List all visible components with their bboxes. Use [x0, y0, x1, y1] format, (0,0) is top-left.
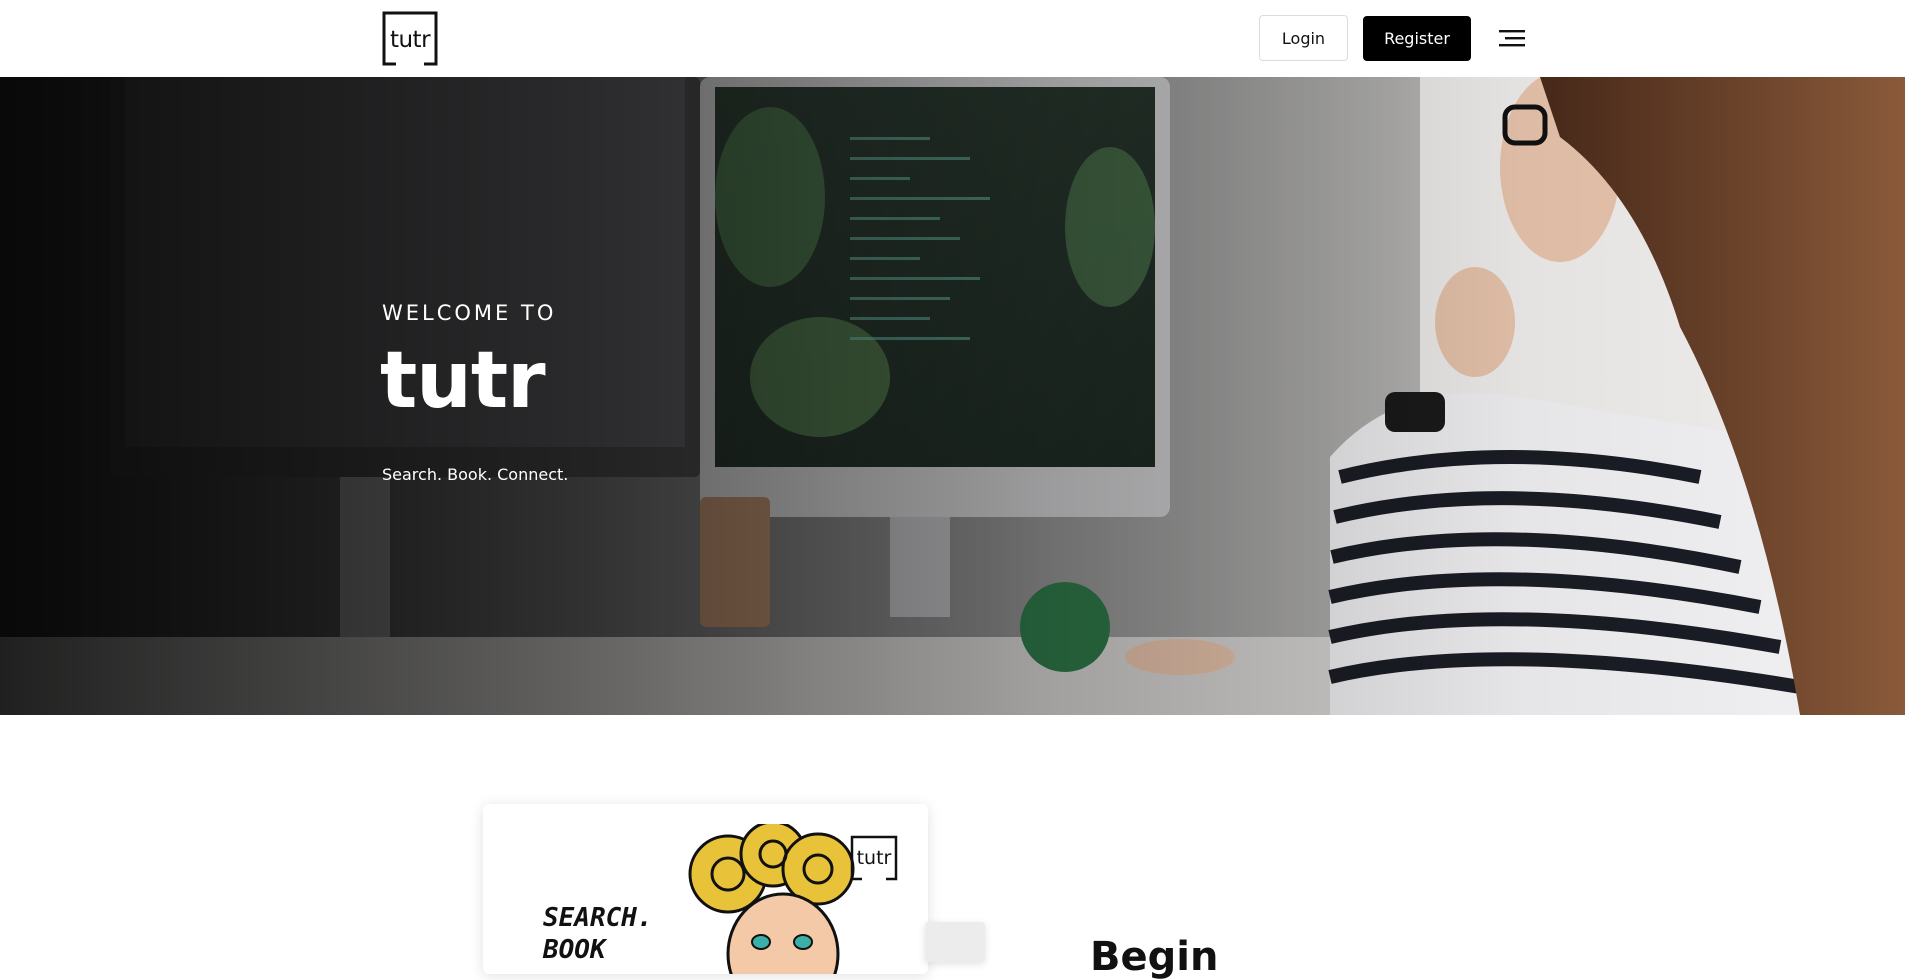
hero-banner: WELCOME TO tutr Search. Book. Connect.: [0, 77, 1905, 715]
register-button[interactable]: Register: [1363, 16, 1471, 61]
hero-dark-overlay: [0, 77, 1905, 715]
site-header: tutr Login Register: [0, 0, 1905, 77]
hamburger-menu-icon[interactable]: [1499, 26, 1527, 50]
logo-text: tutr: [389, 26, 431, 53]
section-heading: Begin: [1090, 934, 1219, 980]
card-headline: SEARCH. BOOK: [543, 903, 653, 965]
hero-title: tutr: [380, 336, 546, 426]
hero-kicker: WELCOME TO: [382, 301, 557, 325]
secondary-card-edge: [925, 922, 985, 962]
tutr-logo[interactable]: tutr: [382, 11, 438, 66]
hero-tagline: Search. Book. Connect.: [382, 465, 569, 484]
login-button[interactable]: Login: [1259, 15, 1348, 61]
feature-card: tutr SEARCH. BOOK: [483, 804, 928, 974]
card-tutr-logo: tutr: [850, 835, 898, 881]
card-logo-text: tutr: [856, 847, 892, 869]
